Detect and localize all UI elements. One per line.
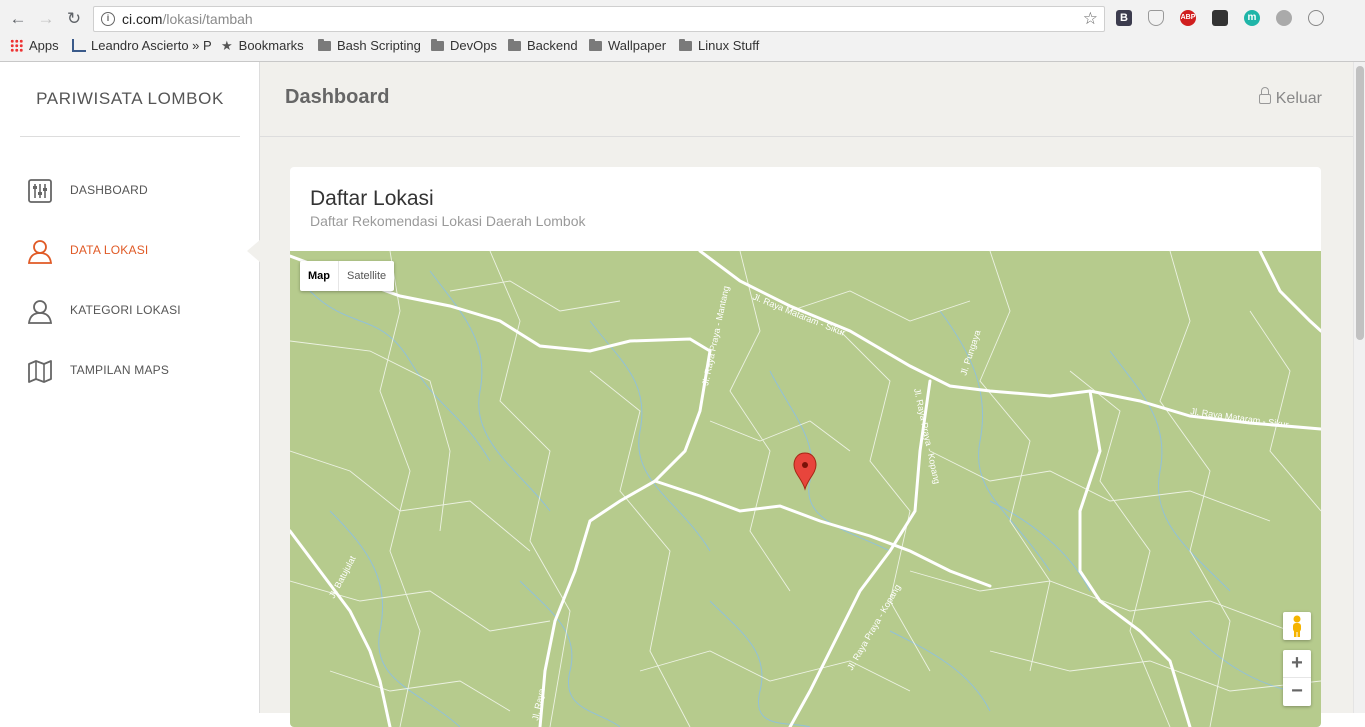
extension-b-label: B bbox=[1120, 12, 1128, 24]
brand-title[interactable]: PARIWISATA LOMBOK bbox=[0, 89, 260, 109]
bookmark-star-icon[interactable]: ☆ bbox=[1083, 9, 1098, 29]
card-subtitle: Daftar Rekomendasi Lokasi Daerah Lombok bbox=[310, 213, 586, 229]
url-path: /lokasi/tambah bbox=[162, 11, 253, 27]
bookmark-bookmarks[interactable]: ★ Bookmarks bbox=[221, 38, 304, 54]
zoom-in-button[interactable]: + bbox=[1283, 650, 1311, 678]
bookmark-bash-scripting[interactable]: Bash Scripting bbox=[318, 38, 421, 53]
reload-icon[interactable]: ↻ bbox=[64, 9, 84, 29]
sidebar-item-label: DASHBOARD bbox=[70, 183, 148, 197]
road-label: Jl. Pungaya bbox=[958, 329, 982, 377]
star-icon: ★ bbox=[221, 38, 233, 53]
zoom-out-button[interactable]: − bbox=[1283, 678, 1311, 706]
extension-cloud-icon[interactable] bbox=[1276, 10, 1292, 26]
street-view-pegman-icon[interactable] bbox=[1283, 612, 1311, 640]
bookmarks-bar: Apps Leandro Ascierto » P ★ Bookmarks Bas… bbox=[0, 36, 1365, 58]
card-title: Daftar Lokasi bbox=[310, 187, 434, 210]
svg-text:Jl. Raya Praya - Kopang: Jl. Raya Praya - Kopang bbox=[845, 583, 902, 672]
bookmark-label: Linux Stuff bbox=[698, 38, 760, 53]
location-marker-icon[interactable] bbox=[793, 452, 817, 491]
sidebar-item-label: TAMPILAN MAPS bbox=[70, 363, 170, 377]
extension-circle-icon[interactable] bbox=[1308, 10, 1324, 26]
address-bar[interactable]: i ci.com/lokasi/tambah ☆ bbox=[93, 6, 1105, 32]
sidebar-item-data-lokasi[interactable]: DATA LOKASI bbox=[0, 231, 261, 271]
sidebar-item-tampilan-maps[interactable]: TAMPILAN MAPS bbox=[0, 351, 260, 391]
page-title: Dashboard bbox=[285, 86, 390, 108]
svg-text:Jl. Raya: Jl. Raya bbox=[530, 688, 547, 722]
forward-icon[interactable]: → bbox=[36, 9, 56, 29]
road-label: Jl. Raya Mataram - Sikur bbox=[1190, 406, 1289, 430]
bookmark-label: Apps bbox=[29, 38, 59, 53]
svg-text:Jl. Raya Mataram - Sikur: Jl. Raya Mataram - Sikur bbox=[1190, 406, 1289, 430]
road-label: Jl. Raya bbox=[530, 688, 547, 722]
extension-m-icon[interactable]: m bbox=[1244, 10, 1260, 26]
svg-text:Jl. Raya Praya - Mantang: Jl. Raya Praya - Mantang bbox=[700, 285, 731, 386]
svg-text:Jl. Raya Mataram - Sikur: Jl. Raya Mataram - Sikur bbox=[751, 292, 847, 338]
map-canvas[interactable]: Jl. Raya Praya - Mantang Jl. Raya Matara… bbox=[290, 251, 1321, 727]
page-scrollbar[interactable] bbox=[1353, 62, 1365, 713]
bookmark-label: Bash Scripting bbox=[337, 38, 421, 53]
adblock-label: ABP bbox=[1180, 14, 1196, 21]
extension-b-icon[interactable]: B bbox=[1116, 10, 1132, 26]
logout-label: Keluar bbox=[1275, 90, 1322, 107]
lock-icon bbox=[1258, 87, 1271, 104]
apps-grid-icon bbox=[10, 39, 23, 52]
road-label: Jl. Raya Praya - Mantang bbox=[700, 285, 731, 386]
folder-icon bbox=[589, 39, 602, 51]
bookmark-backend[interactable]: Backend bbox=[508, 38, 578, 53]
sidebar-item-label: KATEGORI LOKASI bbox=[70, 303, 181, 317]
active-indicator bbox=[247, 239, 261, 263]
sidebar-item-kategori-lokasi[interactable]: KATEGORI LOKASI bbox=[0, 291, 260, 331]
scrollbar-thumb[interactable] bbox=[1356, 66, 1364, 340]
shield-extension-icon[interactable] bbox=[1148, 10, 1164, 26]
map-type-control: Map Satellite bbox=[300, 261, 395, 291]
extension-m-label: m bbox=[1247, 12, 1257, 23]
location-card: Daftar Lokasi Daftar Rekomendasi Lokasi … bbox=[290, 167, 1321, 727]
bookmark-label: Bookmarks bbox=[238, 38, 304, 53]
back-icon[interactable]: ← bbox=[8, 9, 28, 29]
road-label: Jl. Raya Mataram - Sikur bbox=[751, 292, 847, 338]
extension-badge-icon[interactable] bbox=[1212, 10, 1228, 26]
folder-icon bbox=[431, 39, 444, 51]
svg-text:Jl. Batujulat: Jl. Batujulat bbox=[327, 554, 358, 600]
logout-button[interactable]: Keluar bbox=[1258, 87, 1322, 108]
site-info-icon[interactable]: i bbox=[101, 12, 115, 26]
bookmark-label: Backend bbox=[527, 38, 578, 53]
bookmark-label: Wallpaper bbox=[608, 38, 667, 53]
bookmark-apps[interactable]: Apps bbox=[10, 38, 59, 53]
folder-icon bbox=[318, 39, 331, 51]
url-host: ci.com bbox=[122, 11, 163, 27]
road-label: Jl. Raya Praya - Kopang bbox=[845, 583, 902, 672]
bookmark-wallpaper[interactable]: Wallpaper bbox=[589, 38, 666, 53]
user-icon bbox=[27, 300, 53, 324]
sidebar: PARIWISATA LOMBOK DASHBOARD DATA LOKASI … bbox=[0, 62, 261, 713]
bookmark-devops[interactable]: DevOps bbox=[431, 38, 497, 53]
url-text: ci.com/lokasi/tambah bbox=[122, 11, 253, 27]
bookmark-linux-stuff[interactable]: Linux Stuff bbox=[679, 38, 759, 53]
sidebar-item-label: DATA LOKASI bbox=[70, 243, 149, 257]
zoom-control: + − bbox=[1283, 650, 1311, 706]
sidebar-item-dashboard[interactable]: DASHBOARD bbox=[0, 171, 260, 211]
brand-divider bbox=[20, 136, 240, 137]
main-content: Dashboard Keluar Daftar Lokasi Daftar Re… bbox=[260, 62, 1353, 727]
map-roads: Jl. Raya Praya - Mantang Jl. Raya Matara… bbox=[290, 251, 1321, 727]
bookmark-leandro[interactable]: Leandro Ascierto » P bbox=[72, 38, 212, 53]
sliders-icon bbox=[28, 179, 52, 203]
browser-chrome: ← → ↻ i ci.com/lokasi/tambah ☆ B ABP m A… bbox=[0, 0, 1365, 62]
adblock-icon[interactable]: ABP bbox=[1180, 10, 1196, 26]
road-label: Jl. Batujulat bbox=[327, 554, 358, 600]
folder-icon bbox=[508, 39, 521, 51]
bookmark-label: Leandro Ascierto » P bbox=[91, 38, 212, 53]
map-icon bbox=[28, 360, 52, 383]
site-favicon-icon bbox=[72, 39, 86, 52]
map-type-satellite-button[interactable]: Satellite bbox=[339, 261, 394, 291]
user-icon bbox=[27, 240, 53, 264]
bookmark-label: DevOps bbox=[450, 38, 497, 53]
map-type-map-button[interactable]: Map bbox=[300, 261, 339, 291]
header-divider bbox=[260, 136, 1353, 137]
svg-text:Jl. Pungaya: Jl. Pungaya bbox=[958, 329, 982, 377]
folder-icon bbox=[679, 39, 692, 51]
